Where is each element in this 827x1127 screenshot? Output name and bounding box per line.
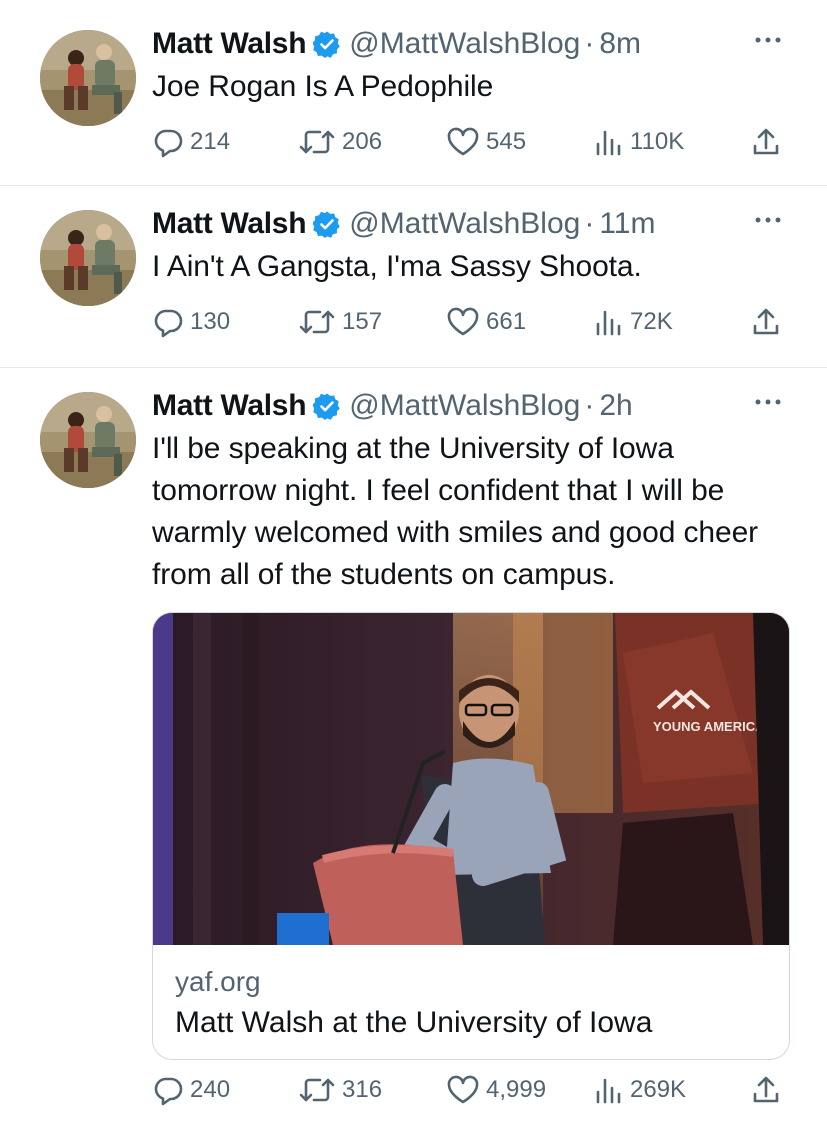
more-icon[interactable] [749, 28, 787, 52]
views-icon [596, 310, 621, 336]
like-count: 4,999 [486, 1076, 547, 1103]
retweet-button[interactable]: 157 [298, 302, 382, 342]
separator-dot: · [584, 27, 595, 60]
like-button[interactable]: 661 [446, 302, 526, 342]
author-name[interactable]: Matt Walsh [152, 207, 307, 241]
heart-icon [447, 127, 479, 156]
tweet-text: Joe Rogan Is A Pedophile [152, 70, 494, 103]
share-icon [753, 308, 779, 335]
reply-icon [154, 1077, 183, 1106]
action-bar: 214 206 545 110K [152, 122, 792, 162]
tweet-text: I Ain't A Gangsta, I'ma Sassy Shoota. [152, 250, 642, 283]
author-name[interactable]: Matt Walsh [152, 389, 307, 423]
share-button[interactable] [750, 1070, 782, 1110]
retweet-button[interactable]: 206 [298, 122, 382, 162]
author-handle[interactable]: @MattWalshBlog [349, 207, 580, 241]
views-button[interactable]: 110K [594, 122, 684, 162]
view-count: 110K [630, 128, 685, 155]
tweet-text: I'll be speaking at the University of Io… [152, 432, 759, 591]
timestamp[interactable]: 11m [599, 207, 655, 241]
reply-count: 214 [190, 128, 231, 155]
share-button[interactable] [750, 122, 782, 162]
tweet[interactable]: Matt Walsh @MattWalshBlog · 8m Joe Rogan… [0, 0, 827, 186]
tweet[interactable]: Matt Walsh @MattWalshBlog · 11m I Ain't … [0, 186, 827, 368]
heart-icon [447, 307, 479, 336]
avatar[interactable] [40, 30, 136, 126]
card-title: Matt Walsh at the University of Iowa [175, 1006, 653, 1039]
share-icon [753, 1076, 779, 1103]
reply-button[interactable]: 214 [152, 122, 230, 162]
reply-button[interactable]: 130 [152, 302, 230, 342]
retweet-icon [299, 130, 335, 154]
retweet-count: 206 [342, 128, 383, 155]
author-handle[interactable]: @MattWalshBlog [349, 27, 580, 61]
share-icon [753, 128, 779, 155]
views-button[interactable]: 269K [594, 1070, 686, 1110]
separator-dot: · [584, 389, 595, 422]
retweet-icon [299, 1078, 335, 1102]
like-button[interactable]: 545 [446, 122, 526, 162]
views-icon [596, 130, 621, 156]
verified-badge-icon [313, 30, 342, 58]
reply-button[interactable]: 240 [152, 1070, 230, 1110]
verified-badge-icon [313, 392, 342, 420]
avatar[interactable] [40, 210, 136, 306]
retweet-count: 157 [342, 308, 383, 335]
reply-icon [154, 129, 183, 158]
retweet-button[interactable]: 316 [298, 1070, 382, 1110]
author-handle[interactable]: @MattWalshBlog [349, 389, 580, 423]
share-button[interactable] [750, 302, 782, 342]
action-bar: 130 157 661 72K [152, 302, 792, 342]
reply-count: 240 [190, 1076, 231, 1103]
card-domain: yaf.org [175, 966, 261, 997]
link-card[interactable]: YOUNG AMERICA'S yaf.org Matt Walsh at th… [152, 612, 790, 1060]
action-bar: 240 316 4,999 269K [152, 1070, 792, 1110]
timestamp[interactable]: 2h [599, 389, 632, 423]
retweet-count: 316 [342, 1076, 383, 1103]
view-count: 72K [630, 308, 673, 335]
like-count: 545 [486, 128, 527, 155]
more-icon[interactable] [749, 390, 787, 414]
timestamp[interactable]: 8m [599, 27, 641, 61]
more-icon[interactable] [749, 208, 787, 232]
view-count: 269K [630, 1076, 687, 1103]
verified-badge-icon [313, 210, 342, 238]
views-icon [596, 1078, 621, 1104]
heart-icon [447, 1075, 479, 1104]
separator-dot: · [584, 207, 595, 240]
views-button[interactable]: 72K [594, 302, 673, 342]
like-button[interactable]: 4,999 [446, 1070, 546, 1110]
reply-count: 130 [190, 308, 231, 335]
author-name[interactable]: Matt Walsh [152, 27, 307, 61]
tweet[interactable]: Matt Walsh @MattWalshBlog · 2h I'll be s… [0, 368, 827, 1127]
like-count: 661 [486, 308, 527, 335]
avatar[interactable] [40, 392, 136, 488]
reply-icon [154, 309, 183, 338]
retweet-icon [299, 310, 335, 334]
card-image: YOUNG AMERICA'S [153, 613, 789, 945]
